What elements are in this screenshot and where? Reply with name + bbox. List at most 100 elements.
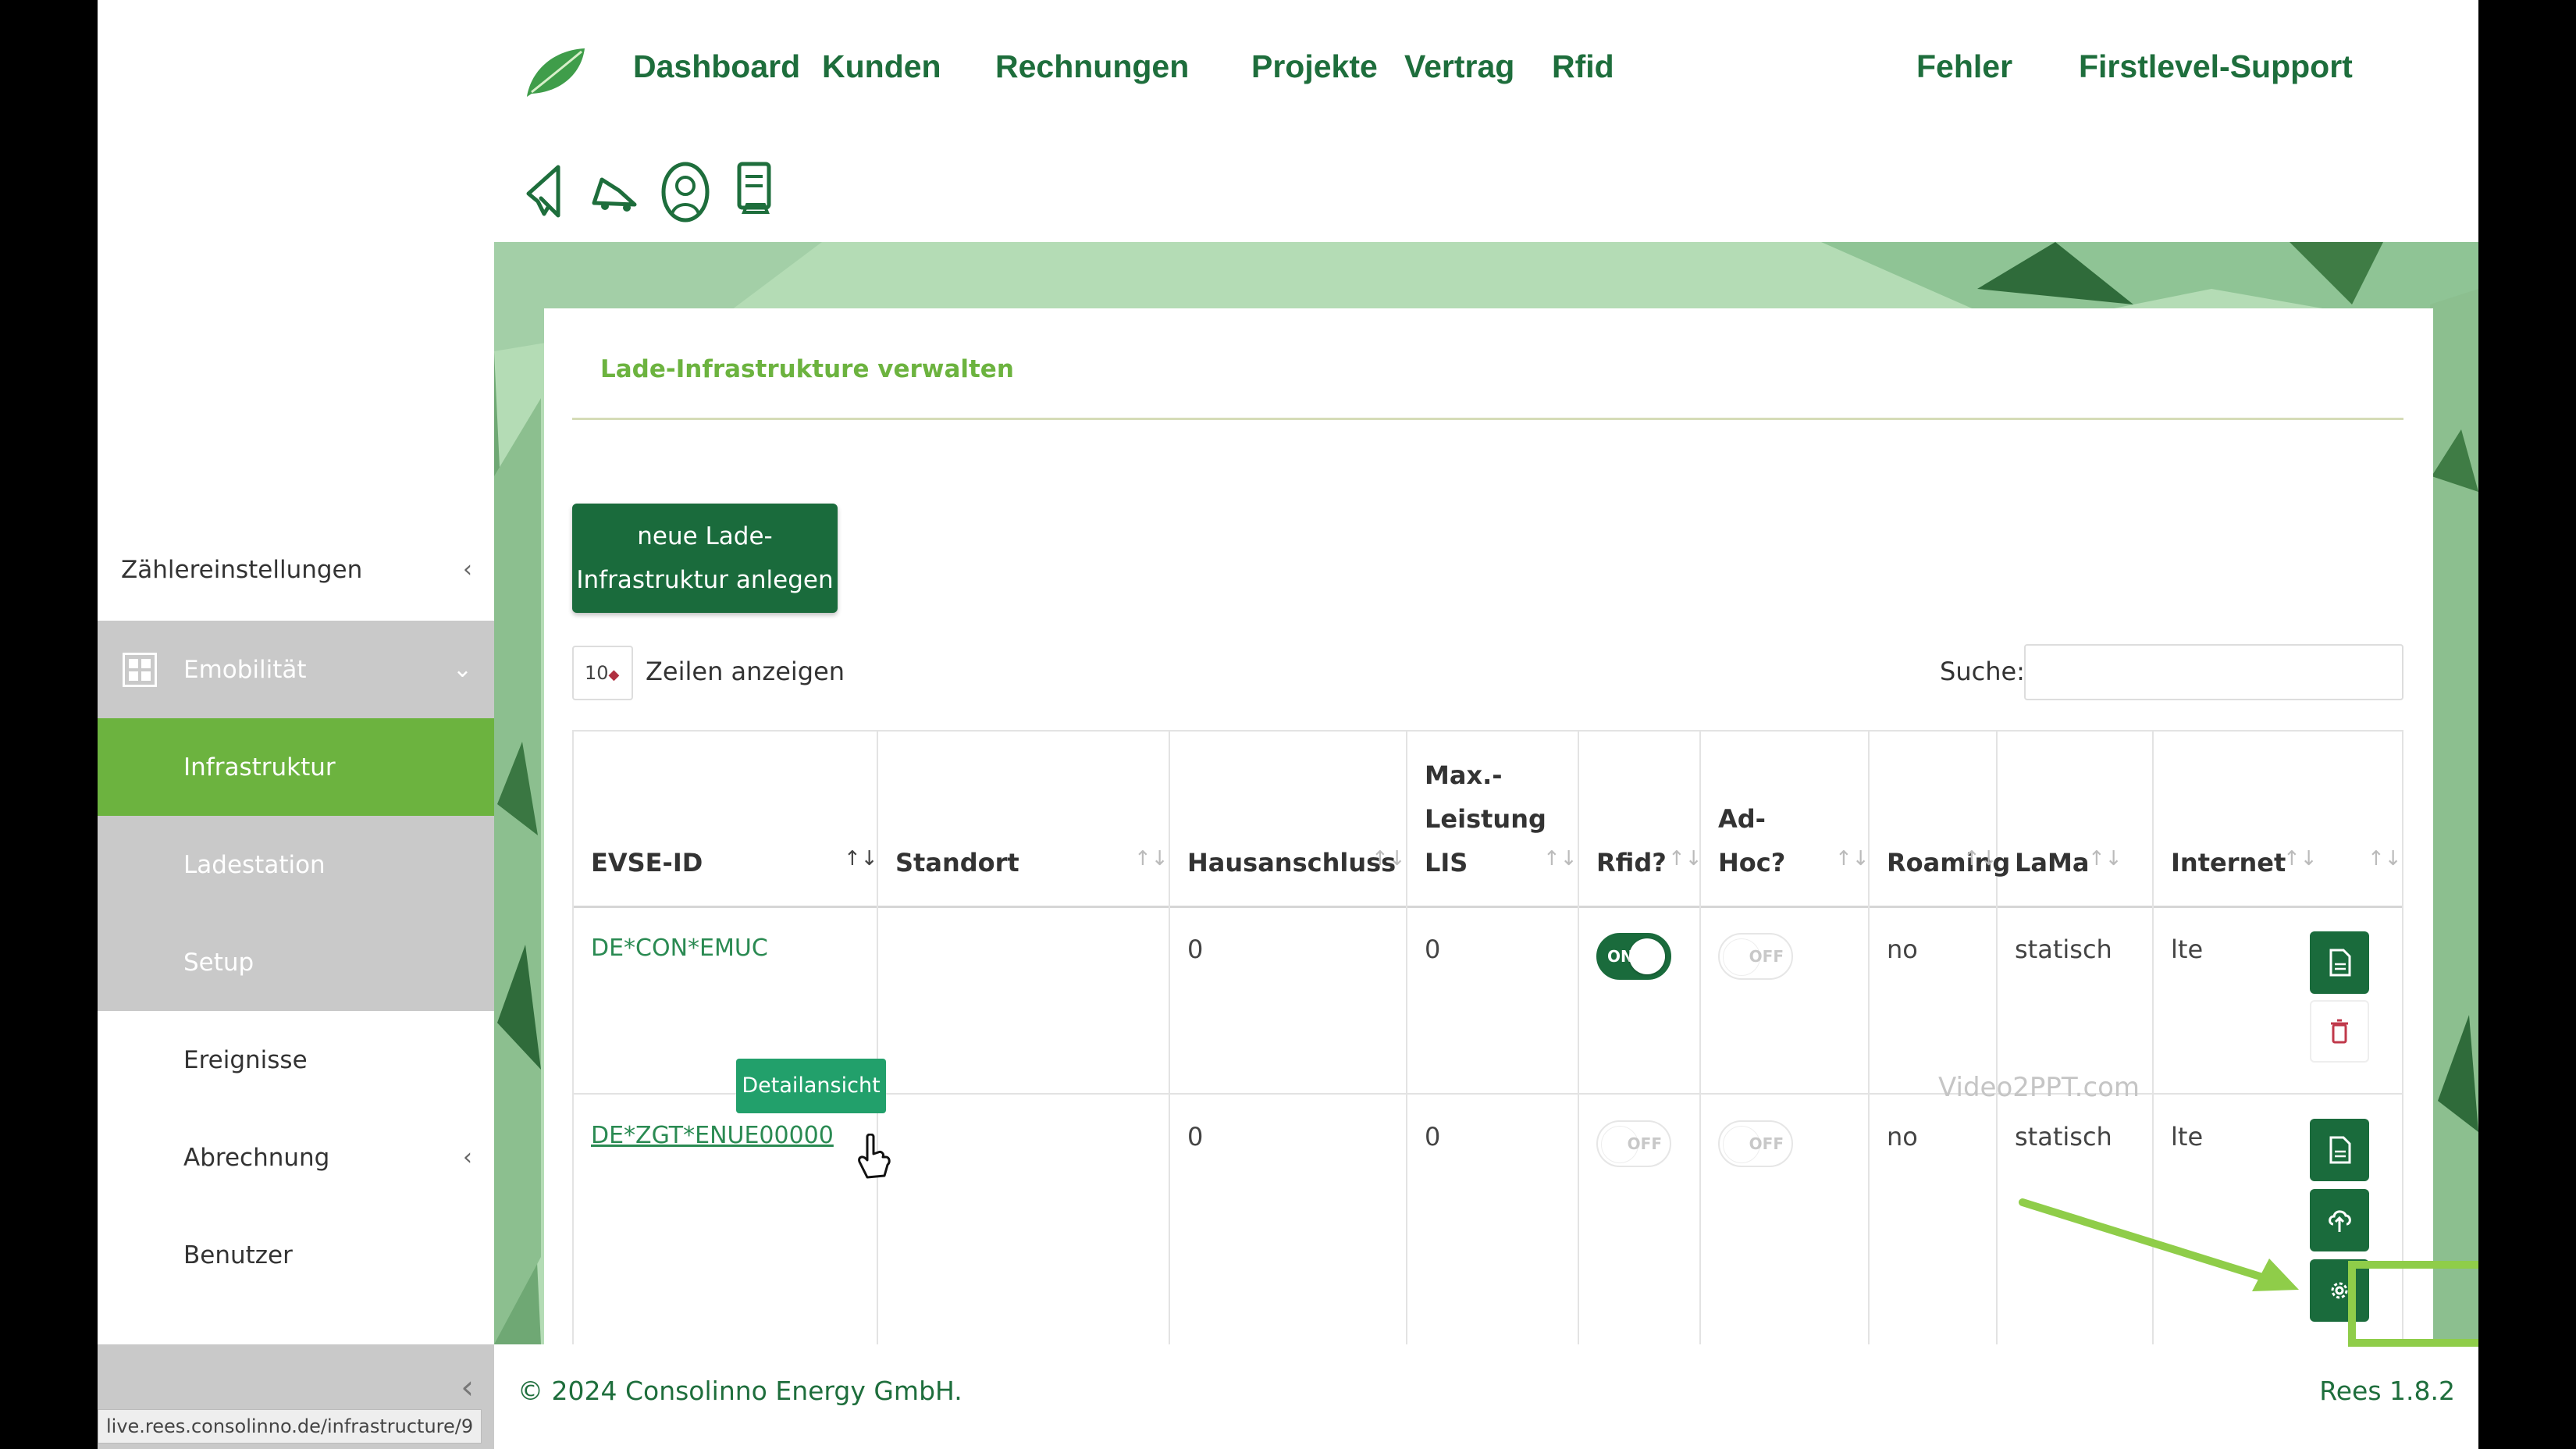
hausanschluss-cell: 0 [1187, 935, 1204, 964]
header-line: Hoc? [1718, 848, 1786, 878]
upload-button[interactable] [2310, 1189, 2369, 1251]
infrastructure-card: Lade-Infrastrukture verwalten neue Lade-… [544, 308, 2433, 1344]
new-infrastructure-button-line2: Infrastruktur anlegen [576, 566, 834, 594]
detail-button[interactable] [2310, 931, 2369, 994]
nav-rfid[interactable]: Rfid [1552, 48, 1614, 85]
annotation-highlight-box [2348, 1261, 2478, 1347]
adhoc-toggle[interactable]: OFF [1718, 1120, 1793, 1167]
sidebar-item-zaehlereinstellungen[interactable]: Zählereinstellungen ‹ [98, 521, 494, 618]
sort-icon[interactable]: ↑↓ [844, 847, 878, 870]
nav-dashboard[interactable]: Dashboard [633, 48, 800, 85]
header-line: Ad- [1718, 804, 1766, 834]
column-header-internet[interactable]: Internet [2171, 841, 2286, 885]
column-header-hausanschluss[interactable]: Hausanschluss [1187, 841, 1396, 885]
column-header-standort[interactable]: Standort [895, 841, 1019, 885]
detail-button[interactable] [2310, 1119, 2369, 1181]
roaming-cell: no [1887, 935, 1918, 964]
toggle-state: OFF [1749, 1134, 1784, 1153]
sort-icon[interactable]: ↑↓ [2088, 847, 2122, 870]
column-header-max-leistung[interactable]: Max.- Leistung LIS [1425, 753, 1546, 885]
sort-icon[interactable]: ↑↓ [1134, 847, 1169, 870]
nav-rechnungen[interactable]: Rechnungen [995, 48, 1189, 85]
rows-per-page-select[interactable]: 10◆ [572, 646, 633, 700]
sidebar-item-emobilitaet[interactable]: Emobilität ⌄ [98, 621, 494, 718]
select-arrows-icon: ◆ [608, 667, 620, 683]
evse-id-link[interactable]: DE*ZGT*ENUE00000 [591, 1122, 834, 1149]
rfid-toggle[interactable]: OFF [1596, 1120, 1671, 1167]
sort-icon[interactable]: ↑↓ [1668, 847, 1703, 870]
version-text: Rees 1.8.2 [2319, 1376, 2455, 1406]
nav-projekte[interactable]: Projekte [1251, 48, 1378, 85]
title-divider [572, 418, 2403, 420]
watermark-text: Video2PPT.com [1938, 1072, 2140, 1103]
sidebar-item-label: Benutzer [183, 1241, 293, 1269]
app-window: Zählereinstellungen ‹ Emobilität ⌄ Infra… [98, 0, 2478, 1449]
search-input[interactable] [2024, 644, 2403, 700]
column-header-adhoc[interactable]: Ad- Hoc? [1718, 797, 1785, 885]
car-icon[interactable] [588, 156, 642, 226]
toggle-state: OFF [1749, 947, 1784, 966]
hand-cursor-icon [858, 1134, 891, 1179]
column-header-evse-id[interactable]: EVSE-ID [591, 841, 703, 885]
sidebar-item-label: Setup [183, 948, 254, 977]
sidebar-item-abrechnung[interactable]: Abrechnung ‹ [98, 1109, 494, 1206]
internet-cell: lte [2171, 935, 2204, 964]
column-header-rfid[interactable]: Rfid? [1596, 841, 1667, 885]
sidebar-item-label: Zählereinstellungen [121, 555, 363, 584]
nav-kunden[interactable]: Kunden [822, 48, 941, 85]
sort-icon[interactable]: ↑↓ [1372, 847, 1406, 870]
lama-cell: statisch [2015, 935, 2112, 964]
search-label: Suche: [1940, 657, 2025, 686]
page-title: Lade-Infrastrukture verwalten [600, 355, 1014, 383]
top-navigation: Dashboard Kunden Rechnungen Projekte Ver… [494, 0, 2478, 242]
max-leistung-cell: 0 [1425, 1122, 1441, 1152]
max-leistung-cell: 0 [1425, 935, 1441, 964]
new-infrastructure-button-line1: neue Lade- [637, 522, 773, 550]
new-infrastructure-button[interactable]: neue Lade- Infrastruktur anlegen [572, 504, 838, 613]
cloud-upload-icon [2329, 1210, 2351, 1232]
collapse-sidebar-icon[interactable]: ‹ [461, 1368, 474, 1406]
sidebar-item-ereignisse[interactable]: Ereignisse [98, 1011, 494, 1109]
annotation-arrow-icon [2019, 1198, 2299, 1291]
internet-cell: lte [2171, 1122, 2204, 1152]
logo-leaf-icon[interactable] [524, 45, 588, 100]
copyright-text: © 2024 Consolinno Energy GmbH. [518, 1376, 962, 1406]
delete-button[interactable] [2310, 1000, 2369, 1063]
nav-fehler[interactable]: Fehler [1916, 48, 2012, 85]
sidebar-item-benutzer[interactable]: Benutzer [98, 1206, 494, 1304]
column-header-lama[interactable]: LaMa [2015, 841, 2089, 885]
chevron-left-icon: ‹ [463, 556, 472, 583]
sidebar-item-setup[interactable]: Setup [98, 913, 494, 1011]
document-car-icon[interactable] [728, 156, 783, 226]
sidebar: Zählereinstellungen ‹ Emobilität ⌄ Infra… [98, 0, 494, 1449]
sort-icon[interactable]: ↑↓ [1543, 847, 1578, 870]
nav-firstlevel-support[interactable]: Firstlevel-Support [2079, 48, 2353, 85]
header-line: LIS [1425, 848, 1468, 878]
header-line: Max.- [1425, 760, 1503, 790]
header-line: Leistung [1425, 804, 1546, 834]
megaphone-icon[interactable] [518, 156, 572, 226]
trash-icon [2331, 1019, 2348, 1044]
sidebar-item-label: Ladestation [183, 850, 326, 879]
sort-icon[interactable]: ↑↓ [1835, 847, 1870, 870]
nav-vertrag[interactable]: Vertrag [1404, 48, 1514, 85]
rfid-toggle[interactable]: ON [1596, 933, 1671, 980]
lama-cell: statisch [2015, 1122, 2112, 1152]
status-bar-url: live.rees.consolinno.de/infrastructure/9 [98, 1409, 482, 1444]
sidebar-item-ladestation[interactable]: Ladestation [98, 816, 494, 913]
evse-id-link[interactable]: DE*CON*EMUC [591, 935, 768, 962]
roaming-cell: no [1887, 1122, 1918, 1152]
sidebar-item-label: Infrastruktur [183, 753, 336, 781]
sidebar-item-infrastruktur[interactable]: Infrastruktur [98, 718, 494, 816]
chevron-left-icon: ‹ [463, 1144, 472, 1171]
sort-icon[interactable]: ↑↓ [2368, 847, 2402, 870]
sort-icon[interactable]: ↑↓ [2283, 847, 2318, 870]
chevron-down-icon: ⌄ [452, 656, 472, 683]
adhoc-toggle[interactable]: OFF [1718, 933, 1793, 980]
footer: © 2024 Consolinno Energy GmbH. Rees 1.8.… [494, 1344, 2478, 1449]
sort-icon[interactable]: ↑↓ [1963, 847, 1998, 870]
grid-icon [123, 652, 157, 687]
rows-per-page-label: Zeilen anzeigen [646, 657, 845, 686]
support-headset-icon[interactable] [658, 156, 713, 226]
sidebar-item-label: Ereignisse [183, 1045, 308, 1074]
